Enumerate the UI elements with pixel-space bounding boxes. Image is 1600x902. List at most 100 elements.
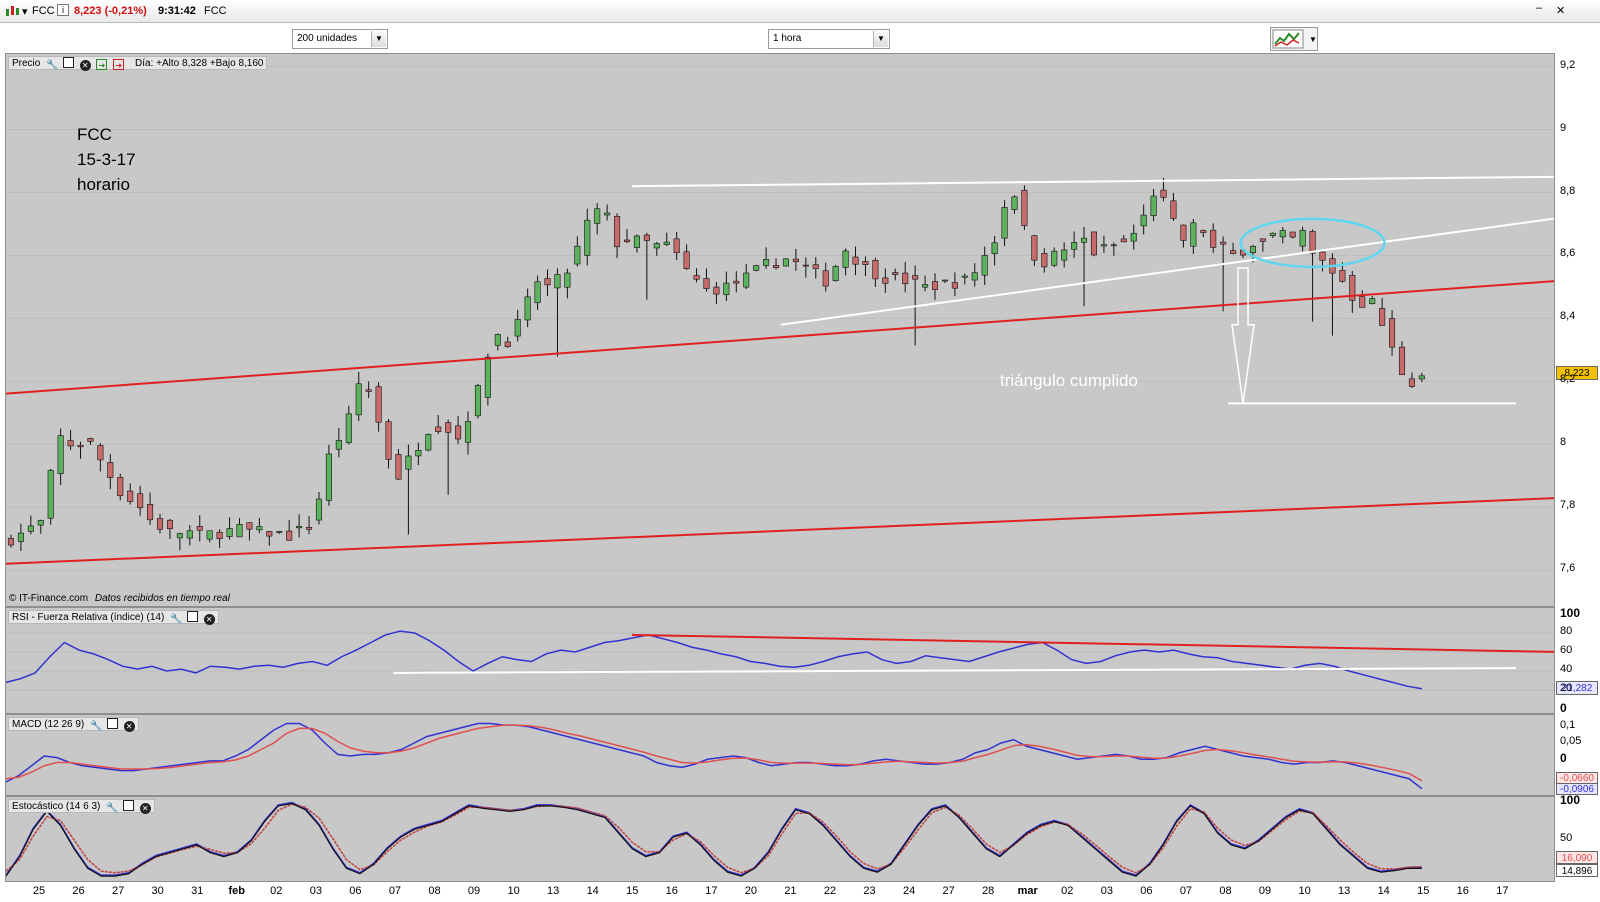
exit-icon[interactable]: ➜: [113, 59, 125, 70]
rsi-y-axis: 21,282 100 80 60 40 20 0: [1556, 606, 1600, 715]
price-candle-bull: [554, 274, 561, 289]
price-candle-bear: [1160, 189, 1167, 198]
close-icon[interactable]: ✕: [123, 721, 135, 732]
price-candle-bear: [1289, 231, 1296, 238]
wrench-icon[interactable]: 🔧: [170, 614, 182, 625]
price-candle-bull: [653, 243, 660, 249]
price-candle-bear: [127, 490, 134, 502]
price-y-tick: 9,2: [1560, 58, 1576, 71]
macd-panel[interactable]: MACD (12 26 9) 🔧 ✕: [5, 714, 1555, 796]
price-candle-bull: [425, 434, 432, 451]
price-candle-bull: [345, 413, 352, 444]
-d-line: [6, 803, 1422, 874]
rsi-panel-title: RSI - Fuerza Relativa (índice) (14): [12, 612, 165, 623]
triangle-top-white: [631, 175, 1554, 188]
price-candle-bull: [296, 526, 303, 529]
price-candle-bear: [266, 531, 273, 537]
chart-type-icon[interactable]: [4, 4, 20, 21]
price-candle-bull: [474, 385, 481, 417]
price-candle-bear: [147, 503, 154, 521]
price-candle-bear: [683, 251, 690, 269]
price-candle-bull: [415, 449, 422, 457]
price-y-tick: 9: [1560, 121, 1567, 134]
y-tick: 80: [1560, 625, 1573, 637]
stochastic-y-axis: 16,090 14,896 100 50: [1556, 793, 1600, 882]
stochastic-chart[interactable]: [6, 797, 1555, 882]
price-candle-bear: [713, 286, 720, 295]
price-panel-header: Precio 🔧 ✕ ➜ ➜ Día: +Alto 8,328 +Bajo 8,…: [8, 56, 268, 71]
y-tick: 100: [1560, 606, 1581, 620]
close-icon[interactable]: ✕: [79, 60, 91, 71]
price-candle-bull: [584, 219, 591, 256]
window-icon[interactable]: [62, 57, 74, 68]
price-y-tick: 8,4: [1560, 310, 1576, 323]
price-y-axis: 8,223 9,2 9 8,8 8,6 8,4 8,2 8 7,8 7,6: [1556, 53, 1600, 607]
price-candle-bear: [1398, 346, 1406, 376]
annotation-line: FCC: [77, 125, 112, 144]
price-candle-bear: [852, 256, 859, 265]
wrench-icon[interactable]: 🔧: [46, 60, 58, 71]
minimize-button[interactable]: –: [1536, 2, 1542, 14]
interval-select-value: 1 hora: [773, 33, 802, 44]
price-candle-bear: [445, 422, 452, 433]
price-candle-bear: [87, 438, 94, 442]
window-icon[interactable]: [186, 611, 198, 622]
close-icon[interactable]: ✕: [139, 803, 151, 814]
price-panel[interactable]: Precio 🔧 ✕ ➜ ➜ Día: +Alto 8,328 +Bajo 8,…: [5, 53, 1555, 607]
price-chart[interactable]: [6, 54, 1555, 607]
price-candle-bear: [1230, 250, 1237, 254]
rsi-chart[interactable]: [6, 608, 1555, 714]
price-candle-bull: [355, 383, 362, 416]
close-icon[interactable]: ✕: [203, 614, 215, 625]
close-button[interactable]: ✕: [1556, 4, 1565, 17]
price-candle-bear: [802, 264, 809, 267]
wrench-icon[interactable]: 🔧: [90, 721, 102, 732]
rsi-panel[interactable]: RSI - Fuerza Relativa (índice) (14) 🔧 ✕: [5, 607, 1555, 714]
price-candle-bear: [1309, 231, 1316, 254]
interval-select[interactable]: 1 hora ▼: [768, 29, 890, 49]
window-icon[interactable]: [122, 800, 134, 811]
price-candle-bull: [335, 440, 342, 450]
price-candle-bear: [166, 519, 173, 530]
price-candle-bear: [1210, 229, 1217, 248]
stochastic-panel[interactable]: Estocástico (14 6 3) 🔧 ✕: [5, 796, 1555, 882]
price-y-tick: 7,6: [1560, 562, 1576, 575]
price-candle-bear: [286, 530, 293, 541]
price-candle-bear: [1359, 296, 1366, 308]
units-select[interactable]: 200 unidades ▼: [292, 29, 388, 49]
price-candle-bull: [1299, 229, 1306, 247]
chevron-down-icon[interactable]: ▼: [371, 31, 386, 47]
symbol-label[interactable]: FCC: [32, 5, 55, 17]
y-tick: 100: [1560, 793, 1581, 807]
price-candle-bear: [931, 281, 939, 290]
macd-line: [6, 722, 1423, 790]
price-candle-bear: [67, 440, 74, 447]
price-candle-bear: [822, 270, 829, 287]
price-candle-bear: [77, 445, 84, 448]
y-tick: 20: [1560, 682, 1573, 694]
x-tick: 09: [1258, 885, 1272, 897]
chevron-down-icon[interactable]: ▼: [873, 31, 888, 47]
wrench-icon[interactable]: 🔧: [106, 803, 118, 814]
window-icon[interactable]: [106, 718, 118, 729]
x-tick: 31: [191, 885, 204, 897]
price-candle-bear: [1180, 224, 1187, 241]
x-tick: 17: [705, 885, 718, 897]
indicators-menu-button[interactable]: ▼: [1270, 27, 1318, 51]
info-icon[interactable]: i: [57, 4, 69, 16]
price-candle-bull: [1369, 298, 1376, 304]
price-candle-bull: [315, 498, 323, 521]
price-candle-bear: [306, 526, 313, 530]
price-candle-bull: [57, 435, 64, 474]
x-tick: 17: [1496, 885, 1509, 897]
export-icon[interactable]: ➜: [96, 59, 108, 70]
y-tick: 0: [1560, 751, 1567, 766]
symbol-dropdown-icon[interactable]: ▾: [22, 5, 28, 18]
price-candle-bear: [1170, 200, 1177, 219]
-k-line: [6, 801, 1422, 876]
macd-chart[interactable]: [6, 715, 1555, 796]
x-tick: 23: [863, 885, 876, 897]
x-tick: 07: [1179, 885, 1193, 897]
price-candle-bull: [842, 250, 849, 268]
x-tick: 16: [665, 885, 678, 897]
